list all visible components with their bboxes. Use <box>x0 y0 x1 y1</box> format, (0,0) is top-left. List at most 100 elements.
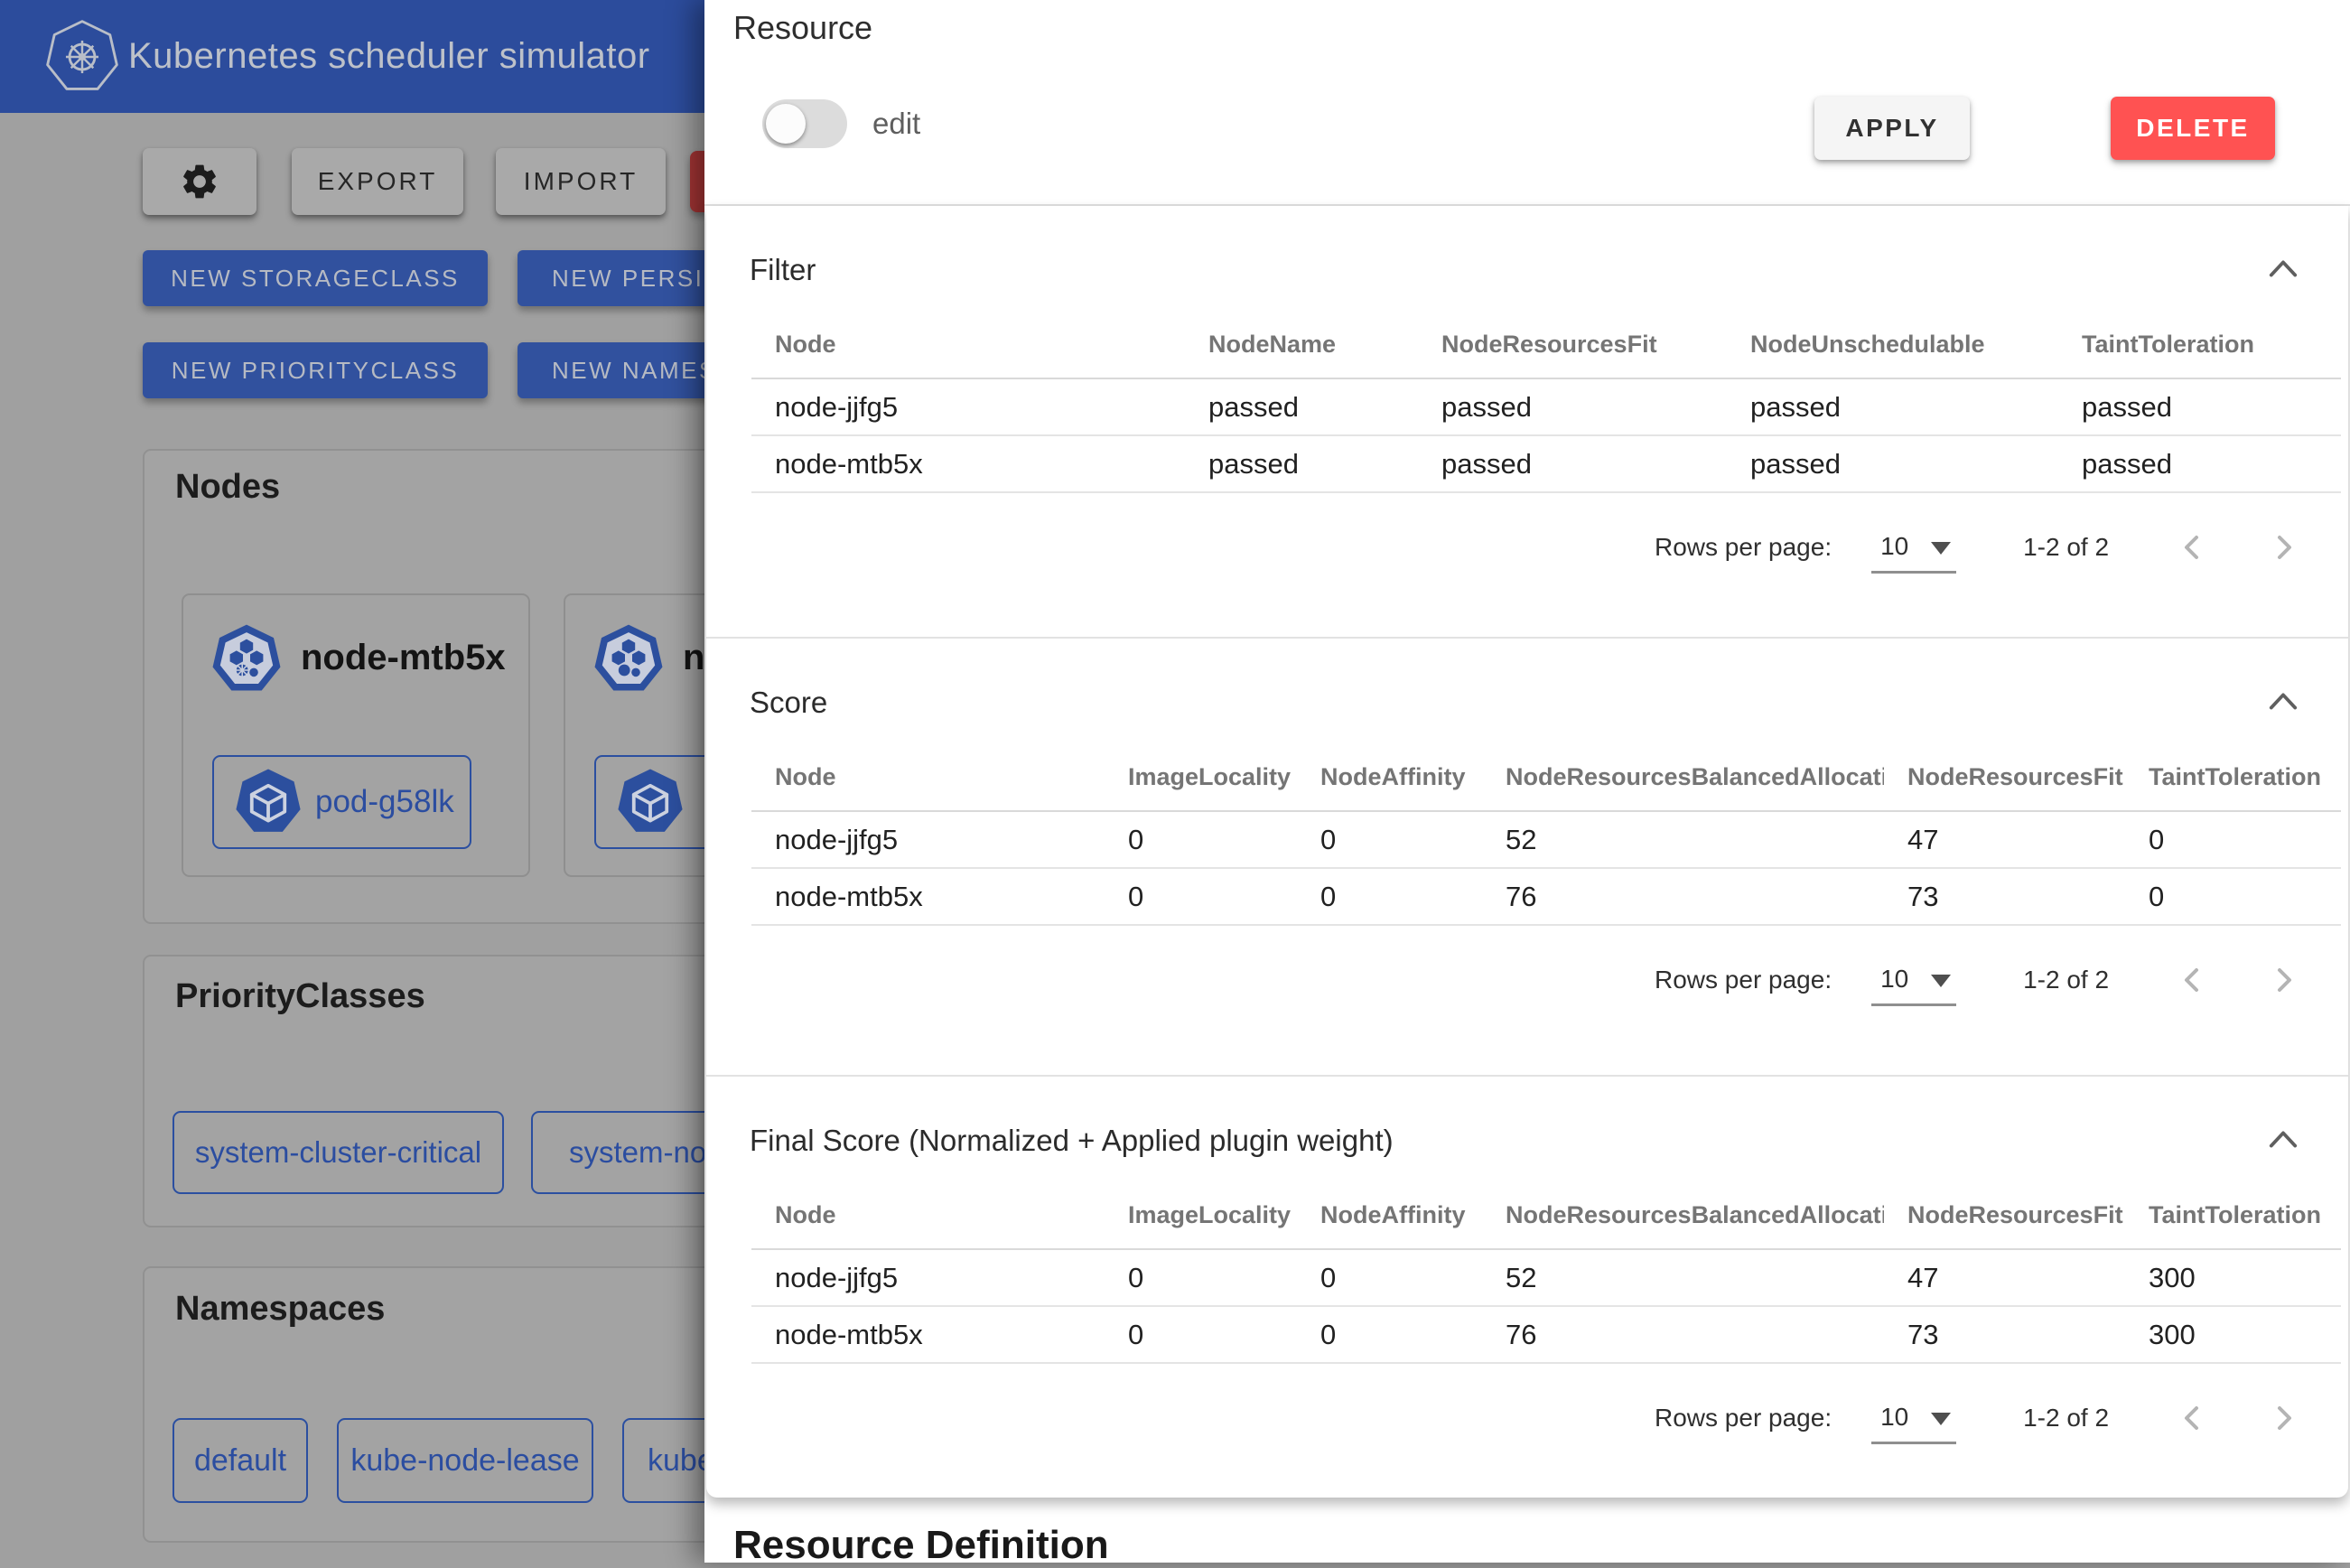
final-score-pagination: Rows per page: 10 1-2 of 2 <box>1655 1389 2300 1447</box>
column-header: ImageLocality <box>1105 1181 1297 1249</box>
filter-section: Filter Node NodeName NodeResourcesFit No… <box>706 206 2348 639</box>
chevron-right-icon <box>2267 531 2299 564</box>
pagination-range: 1-2 of 2 <box>2023 1404 2109 1433</box>
table-header-row: Node ImageLocality NodeAffinity NodeReso… <box>751 743 2341 811</box>
pod-chip[interactable]: pod-g58lk <box>212 755 471 849</box>
cell: 52 <box>1482 1249 1884 1306</box>
rows-per-page-select[interactable]: 10 <box>1871 521 1956 574</box>
new-storageclass-button[interactable]: NEW STORAGECLASS <box>143 250 488 306</box>
next-page-button[interactable] <box>2266 530 2300 565</box>
final-score-table: Node ImageLocality NodeAffinity NodeReso… <box>751 1181 2341 1364</box>
new-priorityclass-button[interactable]: NEW PRIORITYCLASS <box>143 342 488 398</box>
dropdown-caret-icon <box>1931 1413 1951 1425</box>
pod-icon <box>234 768 303 836</box>
gear-icon <box>179 161 220 202</box>
cell: 300 <box>2125 1249 2341 1306</box>
pod-name: pod-g58lk <box>315 784 454 820</box>
final-score-section: Final Score (Normalized + Applied plugin… <box>706 1077 2348 1498</box>
dropdown-caret-icon <box>1931 975 1951 987</box>
cell: 73 <box>1884 868 2125 925</box>
priorityclass-chip[interactable]: system-cluster-critical <box>173 1111 504 1194</box>
column-header: NodeResourcesFit <box>1884 1181 2125 1249</box>
rows-per-page-select[interactable]: 10 <box>1871 954 1956 1006</box>
column-header: NodeName <box>1185 311 1418 378</box>
previous-page-button[interactable] <box>2176 530 2210 565</box>
resource-definition-title: Resource Definition <box>733 1523 1109 1568</box>
cell: 47 <box>1884 811 2125 868</box>
rows-per-page-label: Rows per page: <box>1655 1404 1832 1433</box>
rows-per-page-value: 10 <box>1880 1403 1908 1432</box>
cell: 0 <box>1297 1306 1482 1363</box>
cell: 0 <box>1297 1249 1482 1306</box>
pagination-range: 1-2 of 2 <box>2023 966 2109 994</box>
settings-button[interactable] <box>143 148 256 215</box>
pod-icon <box>616 768 685 836</box>
rows-per-page-value: 10 <box>1880 532 1908 561</box>
cell: node-mtb5x <box>751 435 1185 492</box>
previous-page-button[interactable] <box>2176 1401 2210 1435</box>
chevron-right-icon <box>2267 964 2299 996</box>
cell: 0 <box>1105 811 1297 868</box>
cell: 0 <box>2125 811 2341 868</box>
column-header: TaintToleration <box>2058 311 2341 378</box>
scheduling-results-card: Filter Node NodeName NodeResourcesFit No… <box>706 206 2348 1498</box>
collapse-final-score-button[interactable] <box>2265 1124 2301 1154</box>
cell: node-mtb5x <box>751 1306 1105 1363</box>
export-button[interactable]: EXPORT <box>292 148 463 215</box>
column-header: NodeResourcesBalancedAllocation <box>1482 1181 1884 1249</box>
apply-button[interactable]: APPLY <box>1814 97 1970 160</box>
chevron-left-icon <box>2177 1402 2209 1434</box>
edit-toggle[interactable] <box>762 99 847 148</box>
cell: 0 <box>1105 1249 1297 1306</box>
filter-pagination: Rows per page: 10 1-2 of 2 <box>1655 518 2300 576</box>
import-button[interactable]: IMPORT <box>496 148 666 215</box>
table-row: node-jjfg5 0 0 52 47 0 <box>751 811 2341 868</box>
cell: 0 <box>1105 1306 1297 1363</box>
cell: passed <box>2058 378 2341 435</box>
cell: 73 <box>1884 1306 2125 1363</box>
column-header: NodeAffinity <box>1297 1181 1482 1249</box>
edit-toggle-label: edit <box>872 107 920 141</box>
namespace-chip[interactable]: default <box>173 1418 308 1503</box>
collapse-filter-button[interactable] <box>2265 253 2301 284</box>
cell: 76 <box>1482 1306 1884 1363</box>
filter-table: Node NodeName NodeResourcesFit NodeUnsch… <box>751 311 2341 493</box>
rows-per-page-select[interactable]: 10 <box>1871 1392 1956 1444</box>
cell: passed <box>1185 378 1418 435</box>
resource-drawer: Resource edit APPLY DELETE Filter Node N… <box>704 0 2350 1563</box>
cell: 0 <box>1297 811 1482 868</box>
namespace-chip[interactable]: kube-node-lease <box>337 1418 593 1503</box>
column-header: TaintToleration <box>2125 1181 2341 1249</box>
column-header: NodeResourcesBalancedAllocation <box>1482 743 1884 811</box>
node-icon <box>592 623 665 695</box>
cell: passed <box>1727 378 2058 435</box>
score-section: Score Node ImageLocality NodeAffinity No… <box>706 639 2348 1077</box>
nodes-panel-title: Nodes <box>175 468 280 507</box>
cell: 0 <box>1105 868 1297 925</box>
delete-button[interactable]: DELETE <box>2111 97 2275 160</box>
node-icon <box>210 623 283 695</box>
chevron-up-icon <box>2268 690 2299 712</box>
pagination-range: 1-2 of 2 <box>2023 533 2109 562</box>
cell: 76 <box>1482 868 1884 925</box>
cell: 300 <box>2125 1306 2341 1363</box>
dropdown-caret-icon <box>1931 542 1951 555</box>
table-row: node-jjfg5 passed passed passed passed <box>751 378 2341 435</box>
next-page-button[interactable] <box>2266 1401 2300 1435</box>
chevron-left-icon <box>2177 964 2209 996</box>
column-header: ImageLocality <box>1105 743 1297 811</box>
previous-page-button[interactable] <box>2176 963 2210 997</box>
cell: node-jjfg5 <box>751 811 1105 868</box>
table-row: node-mtb5x passed passed passed passed <box>751 435 2341 492</box>
next-page-button[interactable] <box>2266 963 2300 997</box>
final-score-section-title: Final Score (Normalized + Applied plugin… <box>750 1124 1394 1158</box>
cell: 0 <box>2125 868 2341 925</box>
rows-per-page-value: 10 <box>1880 965 1908 994</box>
cell: passed <box>1185 435 1418 492</box>
table-row: node-jjfg5 0 0 52 47 300 <box>751 1249 2341 1306</box>
collapse-score-button[interactable] <box>2265 686 2301 716</box>
column-header: NodeResourcesFit <box>1418 311 1727 378</box>
chevron-up-icon <box>2268 257 2299 279</box>
app-title: Kubernetes scheduler simulator <box>128 0 650 113</box>
cell: node-jjfg5 <box>751 378 1185 435</box>
